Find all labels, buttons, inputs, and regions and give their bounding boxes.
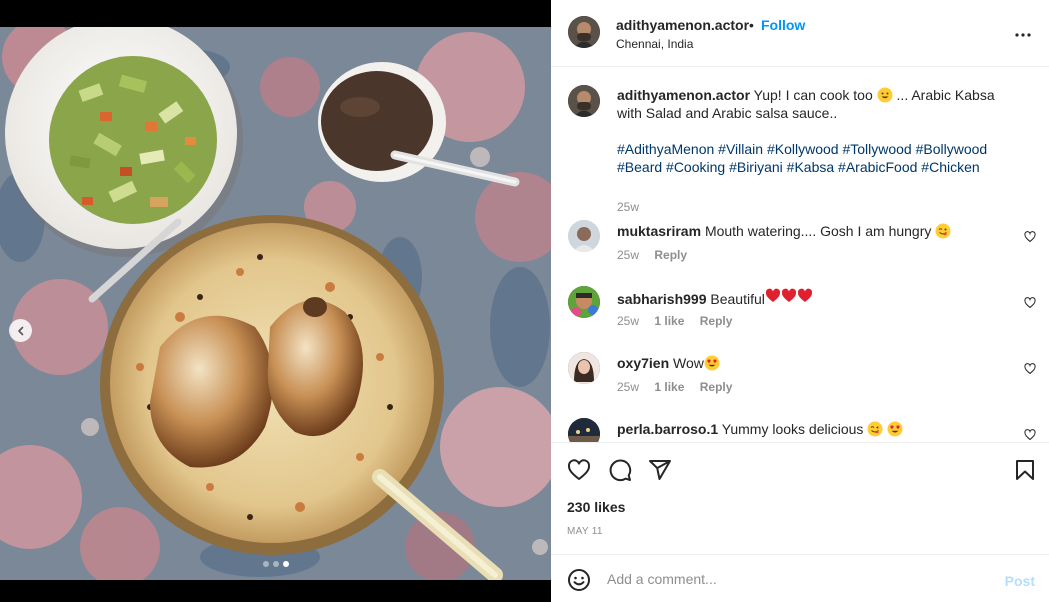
reply-button[interactable]: Reply: [654, 248, 687, 262]
comment-composer: Post: [551, 554, 1049, 602]
carousel-dot-active: [282, 561, 289, 567]
food-photo: [0, 27, 551, 580]
carousel-dot: [262, 561, 269, 567]
caption-hashtags[interactable]: #AdithyaMenon #Villain #Kollywood #Tolly…: [617, 141, 987, 175]
comment-like-heart-icon[interactable]: [1024, 362, 1036, 380]
red-heart-emoji-icon: [765, 288, 813, 307]
comment-like-heart-icon[interactable]: [1024, 230, 1036, 248]
comment-text: muktasriram Mouth watering.... Gosh I am…: [617, 222, 1017, 240]
yum-face-emoji-icon: [867, 421, 883, 437]
comment-time: 25w: [617, 380, 640, 394]
caption-meta: 25w: [617, 200, 651, 214]
commenter-avatar[interactable]: [568, 286, 600, 318]
heart-eyes-emoji-icon: [887, 421, 903, 437]
commenter-username-link[interactable]: sabharish999: [617, 291, 707, 307]
comment-likes-count[interactable]: 1 like: [654, 314, 684, 328]
bookmark-icon[interactable]: [1013, 458, 1037, 487]
carousel-prev-button[interactable]: [9, 319, 32, 342]
paper-plane-icon[interactable]: [648, 458, 672, 487]
yum-face-emoji-icon: [935, 223, 951, 239]
comment-body: Wow: [673, 355, 704, 371]
post-header: adithyamenon.actor • Follow Chennai, Ind…: [551, 0, 1049, 67]
comment-body: Yummy looks delicious: [721, 421, 864, 437]
likes-count[interactable]: 230 likes: [567, 499, 625, 515]
instagram-post-modal: adithyamenon.actor • Follow Chennai, Ind…: [0, 0, 1049, 602]
comment-like-heart-icon[interactable]: [1024, 296, 1036, 314]
heart-icon[interactable]: [567, 458, 591, 487]
post-media-image[interactable]: [0, 27, 551, 580]
post-sidebar: adithyamenon.actor • Follow Chennai, Ind…: [551, 0, 1049, 602]
carousel-indicator: [0, 561, 551, 567]
caption-body-start: Yup! I can cook too: [753, 87, 873, 103]
comment-meta: 25w 1 like Reply: [617, 380, 744, 394]
comment-body: Mouth watering.... Gosh I am hungry: [704, 223, 932, 239]
caption-time: 25w: [617, 200, 640, 214]
post-comment-button[interactable]: Post: [1005, 573, 1035, 589]
comment-text: oxy7ien Wow: [617, 354, 1017, 372]
commenter-avatar[interactable]: [568, 220, 600, 252]
comment-time: 25w: [617, 248, 640, 262]
commenter-avatar[interactable]: [568, 352, 600, 384]
comment-text: perla.barroso.1 Yummy looks delicious: [617, 420, 1017, 438]
commenter-username-link[interactable]: muktasriram: [617, 223, 701, 239]
post-date: MAY 11: [567, 526, 603, 537]
caption-username-link[interactable]: adithyamenon.actor: [617, 87, 750, 103]
comment-time: 25w: [617, 314, 640, 328]
carousel-dot: [272, 561, 279, 567]
reply-button[interactable]: Reply: [700, 380, 733, 394]
comment-text: sabharish999 Beautiful: [617, 288, 1017, 308]
chevron-left-icon: [16, 326, 26, 336]
heart-eyes-emoji-icon: [704, 355, 720, 371]
caption-author-avatar[interactable]: [568, 85, 600, 117]
post-actions: 230 likes MAY 11: [551, 442, 1049, 554]
comment-meta: 25w Reply: [617, 248, 699, 262]
comment-meta: 25w 1 like Reply: [617, 314, 744, 328]
add-comment-input[interactable]: [607, 567, 987, 591]
smiley-icon[interactable]: [567, 568, 591, 597]
commenter-username-link[interactable]: perla.barroso.1: [617, 421, 718, 437]
grinning-sweat-emoji-icon: [877, 87, 893, 103]
comments-list[interactable]: adithyamenon.actor Yup! I can cook too .…: [551, 68, 1049, 442]
commenter-avatar[interactable]: [568, 418, 600, 442]
comment-like-heart-icon[interactable]: [1024, 428, 1036, 442]
comment-bubble-icon[interactable]: [608, 458, 632, 487]
more-horizontal-icon[interactable]: [1015, 24, 1031, 42]
follow-button[interactable]: Follow: [761, 17, 805, 33]
comment-likes-count[interactable]: 1 like: [654, 380, 684, 394]
author-username-link[interactable]: adithyamenon.actor: [616, 17, 749, 33]
location-link[interactable]: Chennai, India: [616, 37, 693, 51]
comment-body: Beautiful: [710, 291, 765, 307]
reply-button[interactable]: Reply: [700, 314, 733, 328]
commenter-username-link[interactable]: oxy7ien: [617, 355, 669, 371]
caption-text: adithyamenon.actor Yup! I can cook too .…: [617, 86, 1017, 176]
author-avatar[interactable]: [568, 16, 600, 48]
separator-dot: •: [749, 17, 754, 33]
